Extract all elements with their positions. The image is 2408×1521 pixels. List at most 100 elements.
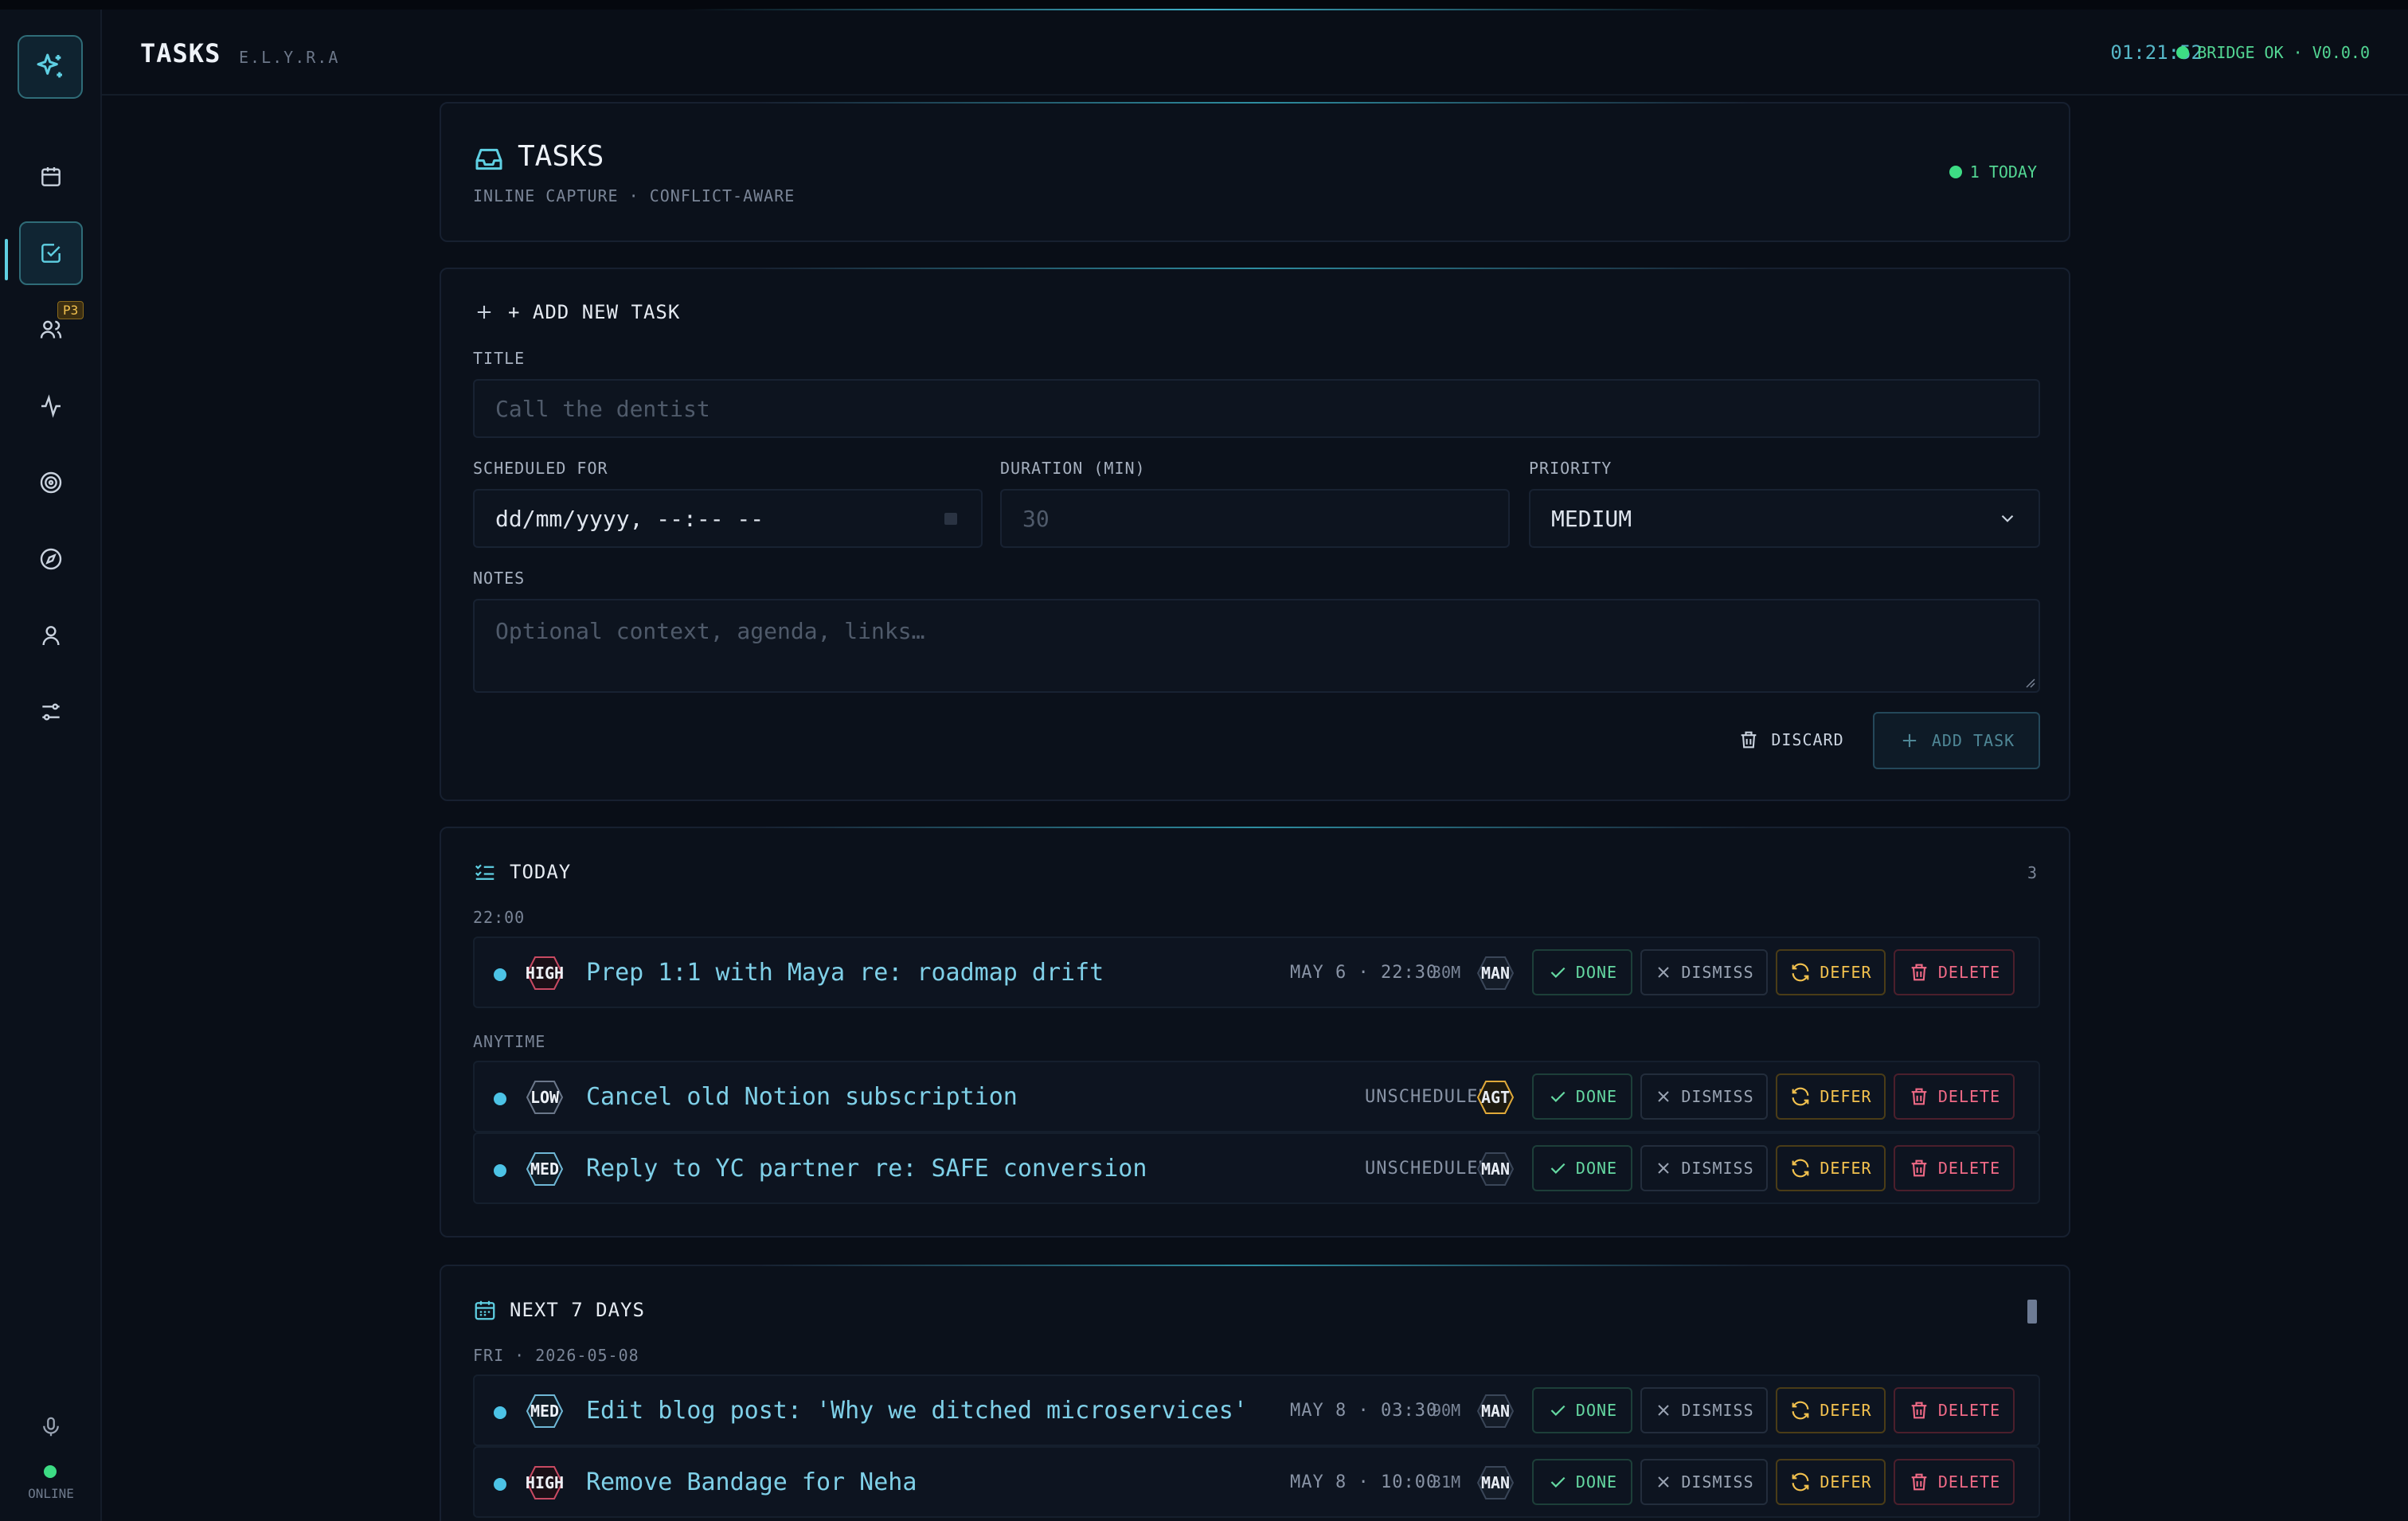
task-status-dot [494,1478,506,1491]
calendar-picker-icon[interactable] [941,509,960,528]
task-title[interactable]: Prep 1:1 with Maya re: roadmap drift [586,938,1104,1007]
delete-button[interactable]: DELETE [1894,1073,2015,1120]
task-row[interactable]: HIGH Remove Bandage for Neha MAY 8 · 10:… [473,1446,2040,1518]
user-icon [42,626,60,646]
resize-handle-icon[interactable] [2023,675,2035,688]
refresh-icon [1792,1472,1809,1492]
defer-label: DEFER [1820,963,1872,982]
add-task-button[interactable]: ADD TASK [1873,712,2040,769]
notes-textarea[interactable]: Optional context, agenda, links… [473,599,2040,693]
discard-label: DISCARD [1771,730,1844,749]
chevron-down-icon [2001,514,2014,522]
defer-button[interactable]: DEFER [1776,1145,1886,1191]
title-input[interactable]: Call the dentist [473,379,2040,438]
list-checks-icon [475,864,494,880]
refresh-icon [1792,1159,1809,1178]
source-badge: MAN [1476,1394,1515,1429]
dismiss-button[interactable]: DISMISS [1640,1387,1768,1433]
priority-label: PRIORITY [1529,459,1612,478]
defer-button[interactable]: DEFER [1776,949,1886,995]
done-label: DONE [1575,1159,1618,1178]
delete-button[interactable]: DELETE [1894,949,2015,995]
sidebar-item-calendar[interactable] [19,145,83,209]
task-row[interactable]: LOW Cancel old Notion subscription UNSCH… [473,1061,2040,1132]
app-logo[interactable] [18,35,83,99]
trash-icon [1911,1473,1927,1491]
today-title: TODAY [510,861,572,883]
delete-label: DELETE [1937,1087,2001,1106]
task-title[interactable]: Cancel old Notion subscription [586,1062,1018,1131]
sidebar-item-settings[interactable] [19,680,83,744]
delete-button[interactable]: DELETE [1894,1145,2015,1191]
dismiss-button[interactable]: DISMISS [1640,1073,1768,1120]
task-when: UNSCHEDULED [1365,1158,1490,1179]
delete-button[interactable]: DELETE [1894,1387,2015,1433]
title-label: TITLE [473,349,526,368]
microphone-button[interactable] [19,1395,83,1459]
today-count: 3 [2027,863,2037,882]
defer-button[interactable]: DEFER [1776,1459,1886,1505]
task-title[interactable]: Reply to YC partner re: SAFE conversion [586,1134,1147,1202]
task-title[interactable]: Edit blog post: 'Why we ditched microser… [586,1376,1248,1445]
done-button[interactable]: DONE [1532,1073,1632,1120]
delete-label: DELETE [1937,963,2001,982]
done-button[interactable]: DONE [1532,1387,1632,1433]
discard-button[interactable]: DISCARD [1715,712,1867,768]
priority-label: HIGH [525,1473,565,1492]
check-square-icon [41,244,61,263]
priority-select[interactable]: MEDIUM [1529,489,2040,548]
bridge-status: BRIDGE OK · V0.0.0 [2176,43,2370,62]
source-badge: MAN [1476,1152,1515,1187]
app-name: E.L.Y.R.A [239,48,340,67]
add-task-label: ADD TASK [1931,731,2015,750]
trash-icon [1911,1088,1927,1105]
inbox-icon [475,148,502,170]
trash-icon [1742,731,1757,749]
done-button[interactable]: DONE [1532,949,1632,995]
done-button[interactable]: DONE [1532,1459,1632,1505]
users-icon [40,320,62,338]
done-button[interactable]: DONE [1532,1145,1632,1191]
delete-button[interactable]: DELETE [1894,1459,2015,1505]
dismiss-label: DISMISS [1681,1087,1754,1106]
scheduled-label: SCHEDULED FOR [473,459,608,478]
defer-label: DEFER [1820,1401,1872,1420]
source-label: MAN [1480,1402,1511,1421]
task-title[interactable]: Remove Bandage for Neha [586,1448,917,1516]
priority-badge: HIGH [526,1465,564,1500]
sidebar-item-activity[interactable] [19,374,83,438]
sidebar-item-goals[interactable] [19,451,83,514]
task-row[interactable]: HIGH Prep 1:1 with Maya re: roadmap drif… [473,936,2040,1008]
today-count-label: 1 TODAY [1969,162,2037,182]
source-label: MAN [1480,1159,1511,1179]
task-row[interactable]: MED Reply to YC partner re: SAFE convers… [473,1132,2040,1204]
sidebar-item-explore[interactable] [19,527,83,591]
task-row[interactable]: MED Edit blog post: 'Why we ditched micr… [473,1374,2040,1446]
duration-input[interactable]: 30 [1000,489,1510,548]
dismiss-button[interactable]: DISMISS [1640,1459,1768,1505]
defer-button[interactable]: DEFER [1776,1387,1886,1433]
priority-value: MEDIUM [1551,505,1632,532]
calendar-range-icon [475,1300,495,1320]
dismiss-button[interactable]: DISMISS [1640,1145,1768,1191]
bridge-status-dot [2176,46,2190,59]
sidebar-item-tasks[interactable] [19,221,83,285]
defer-button[interactable]: DEFER [1776,1073,1886,1120]
group-label: 22:00 [473,908,526,927]
priority-badge: MED [526,1152,564,1187]
tasks-header-card: TASKS INLINE CAPTURE · CONFLICT-AWARE 1 … [440,102,2070,242]
calendar-icon [41,167,61,186]
priority-label: LOW [530,1088,560,1107]
group-label: ANYTIME [473,1032,546,1051]
tasks-card-subtitle: INLINE CAPTURE · CONFLICT-AWARE [473,186,796,205]
today-count-badge: 1 TODAY [1949,162,2037,182]
today-heading: TODAY [473,860,571,884]
task-when: UNSCHEDULED [1365,1086,1490,1107]
online-status-dot [44,1465,57,1478]
scheduled-input[interactable]: dd/mm/yyyy, --:-- -- [473,489,983,548]
sidebar-item-profile[interactable] [19,604,83,667]
check-icon [1550,1405,1566,1416]
next-7-days-title: NEXT 7 DAYS [510,1299,645,1321]
dismiss-button[interactable]: DISMISS [1640,949,1768,995]
source-label: MAN [1480,1473,1511,1492]
